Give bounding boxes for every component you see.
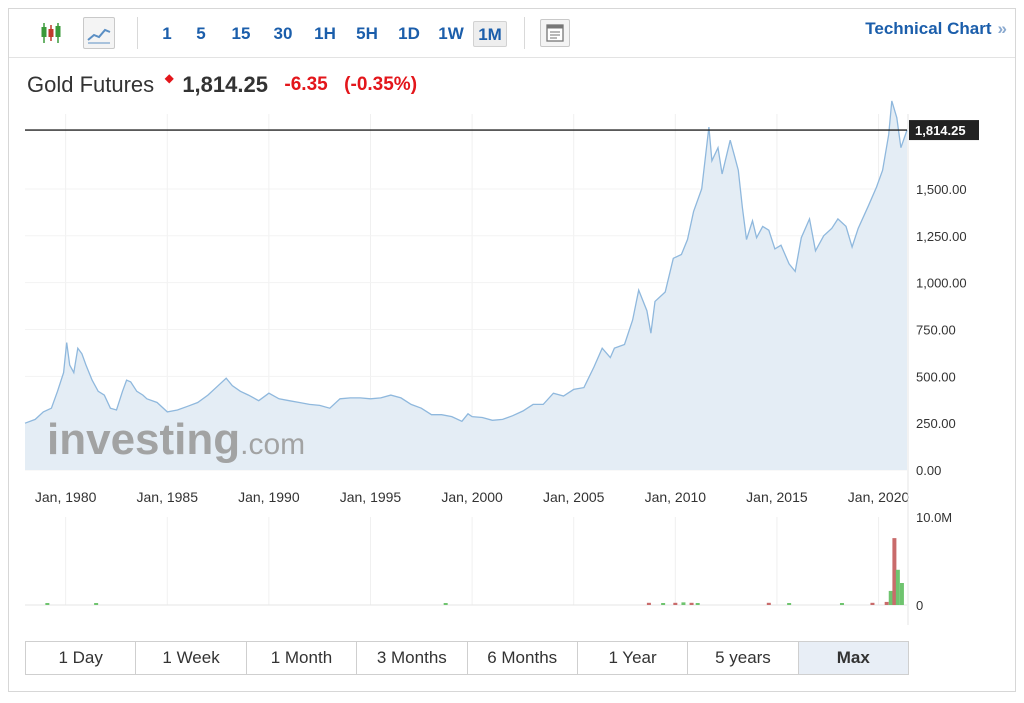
range-5-years-button[interactable]: 5 years [688, 642, 799, 674]
x-tick-label: Jan, 2010 [645, 489, 707, 505]
volume-bar [695, 603, 700, 605]
volume-bar [45, 603, 50, 605]
x-tick-label: Jan, 1995 [340, 489, 402, 505]
price-chart[interactable]: investing.com1,500.001,250.001,000.00750… [9, 9, 1015, 629]
volume-bar [787, 603, 792, 605]
x-tick-label: Jan, 2020 [848, 489, 910, 505]
volume-bar [766, 602, 771, 605]
volume-tick-label: 10.0M [916, 510, 952, 525]
volume-bar [895, 569, 900, 605]
volume-bar [899, 583, 904, 605]
y-tick-label: 750.00 [916, 322, 956, 337]
volume-bar [839, 603, 844, 605]
x-tick-label: Jan, 2005 [543, 489, 605, 505]
y-tick-label: 1,000.00 [916, 276, 967, 291]
range-1-day-button[interactable]: 1 Day [26, 642, 137, 674]
volume-bar [443, 603, 448, 605]
last-price-badge-label: 1,814.25 [915, 123, 966, 138]
y-tick-label: 1,500.00 [916, 182, 967, 197]
range-1-year-button[interactable]: 1 Year [578, 642, 689, 674]
volume-bar [689, 602, 694, 605]
volume-bar [888, 590, 893, 605]
x-tick-label: Jan, 1985 [137, 489, 199, 505]
volume-bar [681, 602, 686, 605]
y-tick-label: 1,250.00 [916, 229, 967, 244]
volume-bar [673, 602, 678, 605]
y-tick-label: 0.00 [916, 463, 941, 478]
range-selector: 1 Day 1 Week 1 Month 3 Months 6 Months 1 Year… [25, 641, 909, 675]
x-tick-label: Jan, 1980 [35, 489, 97, 505]
range-max-button[interactable]: Max [798, 642, 908, 674]
volume-bar [870, 602, 875, 605]
x-tick-label: Jan, 1990 [238, 489, 300, 505]
y-tick-label: 500.00 [916, 369, 956, 384]
range-1-week-button[interactable]: 1 Week [136, 642, 247, 674]
range-6-months-button[interactable]: 6 Months [468, 642, 578, 674]
volume-bar [892, 538, 897, 605]
volume-bar [94, 603, 99, 605]
volume-bar [884, 601, 889, 605]
y-tick-label: 250.00 [916, 416, 956, 431]
range-3-months-button[interactable]: 3 Months [357, 642, 468, 674]
x-tick-label: Jan, 2000 [441, 489, 503, 505]
chart-widget: 1 5 15 30 1H 5H 1D 1W 1M Technical Chart» Gold F… [8, 8, 1016, 692]
volume-tick-label: 0 [916, 598, 923, 613]
volume-bar [646, 602, 651, 605]
x-tick-label: Jan, 2015 [746, 489, 808, 505]
volume-bar [661, 603, 666, 605]
range-1-month-button[interactable]: 1 Month [247, 642, 358, 674]
